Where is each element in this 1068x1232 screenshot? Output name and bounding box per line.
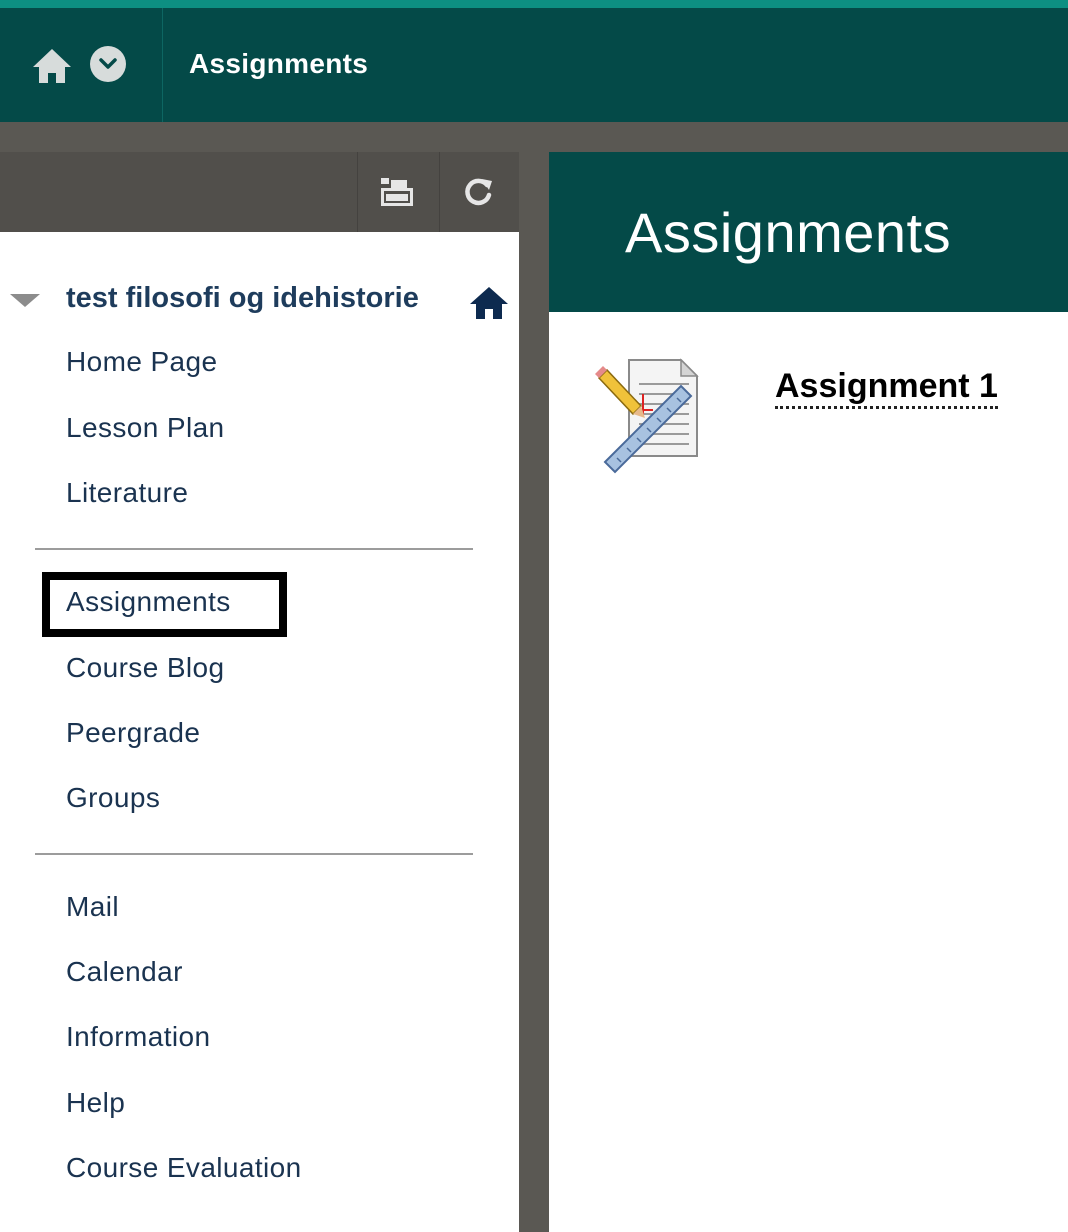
header-nav-controls (0, 8, 163, 122)
assignment-icon (595, 354, 705, 474)
course-menu-header: test filosofi og idehistorie (0, 280, 519, 324)
sidebar-item-peergrade[interactable]: Peergrade (66, 717, 200, 749)
menu-divider (35, 548, 473, 550)
assignment-link[interactable]: Assignment 1 (775, 366, 998, 409)
sidebar-item-assignments[interactable]: Assignments (66, 586, 231, 618)
sidebar-item-information[interactable]: Information (66, 1021, 210, 1053)
sidebar-item-help[interactable]: Help (66, 1087, 125, 1119)
course-menu: test filosofi og idehistorie Home Page L… (0, 232, 519, 1232)
sidebar-item-lesson-plan[interactable]: Lesson Plan (66, 412, 225, 444)
content-area: Assignment 1 (549, 312, 1068, 1232)
sidebar-item-home-page[interactable]: Home Page (66, 346, 217, 378)
sidebar-item-course-blog[interactable]: Course Blog (66, 652, 224, 684)
folder-view-button[interactable] (358, 152, 436, 232)
sidebar-toolbar (0, 152, 519, 232)
sidebar-item-mail[interactable]: Mail (66, 891, 119, 923)
breadcrumb-title[interactable]: Assignments (189, 48, 368, 80)
sidebar-item-course-evaluation[interactable]: Course Evaluation (66, 1152, 302, 1184)
sidebar-item-calendar[interactable]: Calendar (66, 956, 183, 988)
content-header: Assignments (549, 152, 1068, 312)
refresh-button[interactable] (440, 152, 518, 232)
collapse-arrow-icon[interactable] (10, 294, 40, 307)
chevron-down-icon[interactable] (90, 46, 126, 82)
menu-divider (35, 853, 473, 855)
global-header: Assignments (0, 8, 1068, 122)
course-title[interactable]: test filosofi og idehistorie (66, 282, 419, 315)
header-divider-band (0, 122, 1068, 152)
sidebar-item-groups[interactable]: Groups (66, 782, 160, 814)
home-icon[interactable] (30, 46, 74, 86)
refresh-icon (465, 178, 492, 206)
sidebar-item-literature[interactable]: Literature (66, 477, 188, 509)
folder-view-icon (381, 178, 413, 206)
top-accent-strip (0, 0, 1068, 8)
course-home-icon (468, 284, 510, 322)
page-title: Assignments (625, 201, 952, 264)
